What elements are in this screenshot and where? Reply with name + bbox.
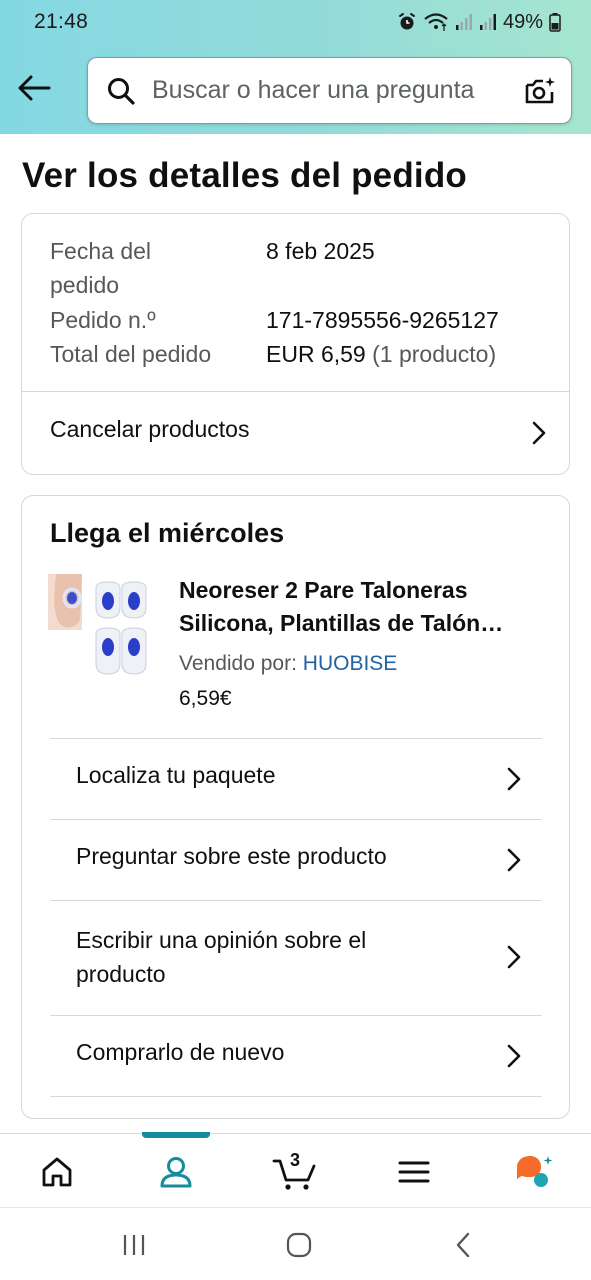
recent-apps-button[interactable]: [114, 1230, 154, 1260]
status-time: 21:48: [34, 10, 89, 33]
cancel-products-label: Cancelar productos: [50, 416, 250, 442]
nav-account[interactable]: [152, 1152, 200, 1192]
chevron-right-icon: [507, 1044, 521, 1068]
order-summary-card: Fecha del pedido 8 feb 2025 Pedido n.º 1…: [21, 213, 570, 475]
alarm-icon: [398, 13, 415, 30]
battery-percent: 49%: [502, 10, 543, 33]
camera-search-icon[interactable]: [523, 74, 557, 108]
nav-rufus[interactable]: [510, 1152, 558, 1192]
buy-again-label: Comprarlo de nuevo: [76, 1039, 285, 1065]
chevron-right-icon: [532, 421, 546, 445]
seller-link[interactable]: HUOBISE: [303, 652, 398, 675]
chevron-right-icon: [507, 945, 521, 969]
order-number-value: 171-7895556-9265127: [266, 307, 499, 333]
ask-product-label: Preguntar sobre este producto: [76, 843, 387, 869]
product-image[interactable]: [48, 574, 152, 678]
buy-again-row[interactable]: Comprarlo de nuevo: [50, 1016, 542, 1096]
status-bar: 21:48 49%: [0, 0, 591, 44]
bottom-nav: 3: [0, 1132, 591, 1207]
chevron-right-icon: [507, 848, 521, 872]
home-circle-icon: [286, 1232, 312, 1258]
track-package-label: Localiza tu paquete: [76, 762, 276, 788]
ask-product-row[interactable]: Preguntar sobre este producto: [50, 820, 542, 900]
rufus-icon: [517, 1156, 553, 1187]
status-icons: 49%: [397, 11, 561, 34]
write-review-label: Escribir una opinión sobre el producto: [76, 927, 367, 987]
product-price: 6,59€: [179, 687, 232, 710]
home-system-button[interactable]: [279, 1230, 319, 1260]
system-back-icon: [456, 1232, 470, 1258]
order-total-count: (1 producto): [372, 341, 497, 367]
search-icon: [108, 77, 135, 105]
sold-by: Vendido por: HUOBISE: [179, 652, 397, 676]
account-icon: [160, 1157, 192, 1188]
write-review-row[interactable]: Escribir una opinión sobre el producto: [50, 901, 542, 1016]
nav-menu[interactable]: [390, 1152, 438, 1192]
chevron-right-icon: [507, 767, 521, 791]
page-title: Ver los detalles del pedido: [22, 156, 467, 195]
signal-icon: [455, 14, 472, 30]
search-input[interactable]: [152, 76, 512, 105]
order-number-label: Pedido n.º: [50, 307, 156, 333]
back-button[interactable]: [14, 68, 54, 108]
product-title[interactable]: Neoreser 2 Pare Taloneras Silicona, Plan…: [179, 574, 549, 640]
battery-icon: [549, 13, 561, 32]
signal-icon-2: [479, 14, 496, 30]
system-nav-bar: [0, 1207, 591, 1280]
cart-count-badge: 3: [290, 1150, 301, 1170]
divider: [50, 1096, 542, 1097]
active-tab-indicator: [142, 1132, 210, 1138]
shipment-card: Llega el miércoles Neoreser 2 Pare Talon…: [21, 495, 570, 1119]
track-package-row[interactable]: Localiza tu paquete: [50, 739, 542, 819]
system-back-button[interactable]: [444, 1230, 484, 1260]
arrival-date: Llega el miércoles: [50, 518, 285, 548]
order-total-label: Total del pedido: [50, 341, 212, 367]
wifi-icon: [424, 13, 448, 31]
sold-by-label: Vendido por:: [179, 652, 297, 675]
order-total-value: EUR 6,59 (1 producto): [266, 337, 496, 371]
recent-apps-icon: [123, 1235, 145, 1255]
cancel-products-row[interactable]: Cancelar productos: [22, 392, 569, 474]
order-date-label: Fecha del pedido: [50, 238, 152, 298]
search-bar[interactable]: [87, 57, 572, 124]
order-total-amount: EUR 6,59: [266, 341, 366, 367]
nav-home[interactable]: [33, 1152, 81, 1192]
back-arrow-icon: [18, 75, 51, 101]
menu-icon: [398, 1161, 430, 1183]
home-icon: [42, 1157, 72, 1187]
order-date-value: 8 feb 2025: [266, 238, 375, 264]
